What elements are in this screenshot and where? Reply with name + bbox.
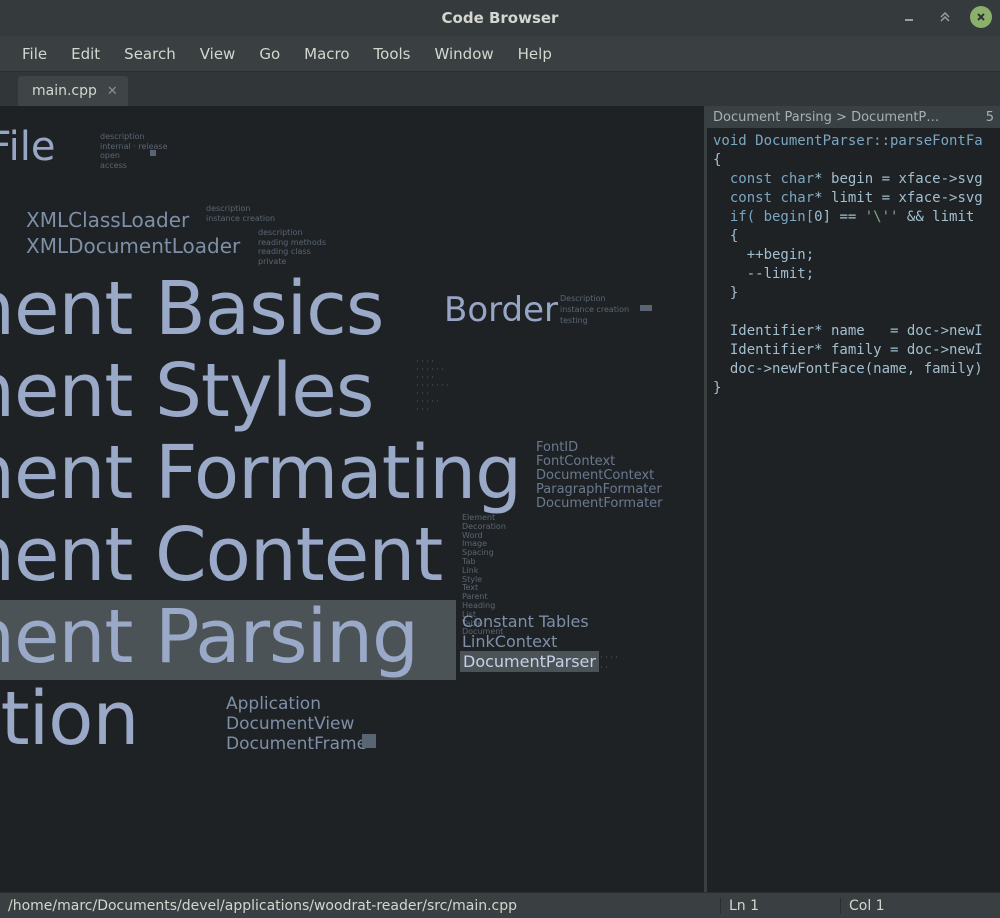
ov-zipfile[interactable]: ipFile (0, 124, 55, 170)
ov-documentview[interactable]: DocumentView (226, 714, 354, 734)
window-title: Code Browser (0, 9, 1000, 27)
code-line: const char* limit = xface->svg (713, 190, 983, 206)
ov-documentcontext[interactable]: DocumentContext (536, 468, 654, 483)
ov-border-sub2: instance creation (560, 305, 629, 315)
content-split: ipFile descriptioninternal · releaseopen… (0, 106, 1000, 892)
overview-canvas: ipFile descriptioninternal · releaseopen… (0, 106, 704, 892)
titlebar: Code Browser (0, 0, 1000, 36)
code-line: if( begin[0] == '\'' && limit (713, 209, 983, 225)
menu-window[interactable]: Window (423, 39, 506, 69)
ov-linkcontext[interactable]: LinkContext (462, 632, 557, 651)
ov-documentparser-wrap: DocumentParser (460, 652, 599, 671)
tabbar: main.cpp ✕ (0, 72, 1000, 106)
code-line: { (713, 228, 738, 244)
overview-pane[interactable]: ipFile descriptioninternal · releaseopen… (0, 106, 704, 892)
code-line: { (713, 152, 721, 168)
menu-go[interactable]: Go (247, 39, 292, 69)
menubar: File Edit Search View Go Macro Tools Win… (0, 36, 1000, 72)
ov-pixel-block2 (640, 305, 652, 311)
ov-document-formating[interactable]: ument Formating (0, 430, 521, 516)
menu-macro[interactable]: Macro (292, 39, 361, 69)
ov-document-styles[interactable]: ument Styles (0, 348, 373, 434)
ov-xml-detail2: descriptionreading methodsreading classp… (258, 228, 326, 266)
ov-xml-class-loader[interactable]: XMLClassLoader (26, 208, 189, 232)
ov-application[interactable]: Application (226, 694, 321, 714)
close-tab-icon[interactable]: ✕ (107, 84, 118, 99)
ov-document-parsing[interactable]: ument Parsing (0, 594, 418, 680)
menu-file[interactable]: File (10, 39, 59, 69)
ov-documentformater[interactable]: DocumentFormater (536, 496, 663, 511)
code-line: void DocumentParser::parseFontFa (713, 133, 983, 149)
menu-tools[interactable]: Tools (362, 39, 423, 69)
code-pane: Document Parsing > DocumentP… 5 void Doc… (704, 106, 1000, 892)
statusbar: /home/marc/Documents/devel/applications/… (0, 892, 1000, 918)
menu-help[interactable]: Help (506, 39, 564, 69)
status-path: /home/marc/Documents/devel/applications/… (0, 898, 720, 914)
tab-main-cpp[interactable]: main.cpp ✕ (18, 76, 128, 106)
code-line: const char* begin = xface->svg (713, 171, 983, 187)
code-breadcrumb-count: 5 (980, 110, 994, 125)
code-breadcrumb: Document Parsing > DocumentP… (713, 110, 980, 125)
close-button[interactable] (970, 6, 992, 28)
ov-border-sub1: Description (560, 294, 606, 304)
ov-paragraphformater[interactable]: ParagraphFormater (536, 482, 662, 497)
ov-constant-tables[interactable]: Constant Tables (462, 612, 589, 631)
ov-xml-detail1: descriptioninstance creation (206, 204, 275, 223)
window-controls (898, 6, 992, 28)
status-line: Ln 1 (720, 898, 840, 914)
ov-documentframe[interactable]: DocumentFrame (226, 734, 367, 754)
ov-styles-detail: · · · ·· · · · · ·· · · ·· · · · · · ·· … (416, 358, 449, 414)
tab-label: main.cpp (32, 83, 97, 99)
ov-border[interactable]: Border (444, 290, 558, 330)
menu-edit[interactable]: Edit (59, 39, 112, 69)
ov-border-sub3: testing (560, 316, 588, 326)
ov-application-big[interactable]: ication (0, 676, 138, 762)
ov-document-content[interactable]: ument Content (0, 512, 442, 598)
ov-xml-document-loader[interactable]: XMLDocumentLoader (26, 234, 240, 258)
ov-document-basics[interactable]: ument Basics (0, 266, 383, 352)
code-line: Identifier* name = doc->newI (713, 323, 983, 339)
code-line: } (713, 380, 721, 396)
minimize-button[interactable] (898, 6, 920, 28)
code-editor[interactable]: void DocumentParser::parseFontFa { const… (707, 128, 1000, 892)
code-line: doc->newFontFace(name, family) (713, 361, 983, 377)
code-line: Identifier* family = doc->newI (713, 342, 983, 358)
ov-documentparser-detail: · · · ·· · (600, 653, 618, 672)
ov-pixel-block3 (362, 734, 376, 748)
ov-fontcontext[interactable]: FontContext (536, 454, 615, 469)
maximize-button[interactable] (934, 6, 956, 28)
ov-fontid[interactable]: FontID (536, 440, 578, 455)
ov-zipfile-detail: descriptioninternal · releaseopenaccess (100, 132, 168, 170)
code-line: } (713, 285, 738, 301)
status-column: Col 1 (840, 898, 1000, 914)
code-line: --limit; (713, 266, 814, 282)
ov-documentparser[interactable]: DocumentParser (460, 651, 599, 672)
menu-view[interactable]: View (188, 39, 248, 69)
code-line: ++begin; (713, 247, 814, 263)
ov-pixel-block (150, 150, 156, 156)
code-breadcrumb-bar[interactable]: Document Parsing > DocumentP… 5 (707, 106, 1000, 128)
menu-search[interactable]: Search (112, 39, 188, 69)
